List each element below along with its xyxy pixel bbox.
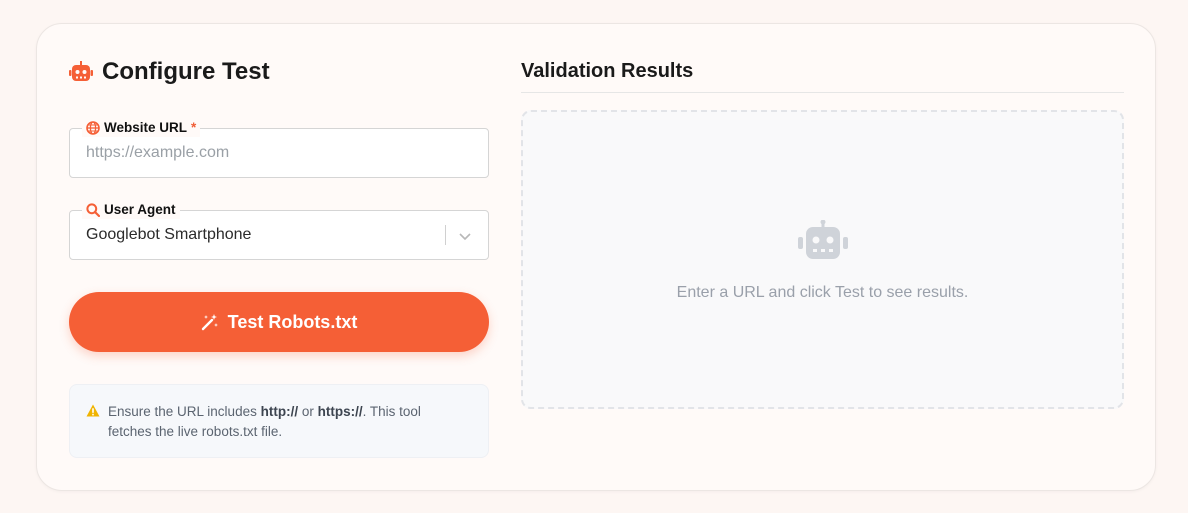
results-divider — [521, 92, 1124, 93]
page-title: Configure Test — [69, 58, 270, 86]
warning-icon — [86, 404, 100, 417]
search-icon — [86, 203, 100, 217]
user-agent-label: User Agent — [82, 201, 180, 219]
main-card: Configure Test Website URL * User Agent … — [36, 23, 1156, 491]
robot-icon — [69, 61, 93, 81]
website-url-field[interactable]: Website URL * — [69, 119, 489, 178]
website-url-input[interactable] — [70, 129, 488, 177]
results-empty-message: Enter a URL and click Test to see result… — [676, 284, 969, 301]
results-title: Validation Results — [521, 60, 694, 82]
page-title-text: Configure Test — [102, 58, 270, 85]
results-empty-state: Enter a URL and click Test to see result… — [521, 110, 1124, 409]
robot-icon — [798, 220, 848, 259]
test-robots-button-label: Test Robots.txt — [227, 311, 358, 332]
chevron-down-icon[interactable] — [458, 229, 472, 243]
info-note-text: Ensure the URL includes http:// or https… — [108, 404, 421, 439]
user-agent-select[interactable]: User Agent Googlebot Smartphone — [69, 201, 489, 260]
magic-wand-icon — [201, 314, 218, 331]
info-note: Ensure the URL includes http:// or https… — [69, 384, 489, 458]
test-robots-button[interactable]: Test Robots.txt — [69, 292, 489, 352]
select-separator — [445, 225, 446, 245]
user-agent-selected-value: Googlebot Smartphone — [86, 226, 252, 243]
